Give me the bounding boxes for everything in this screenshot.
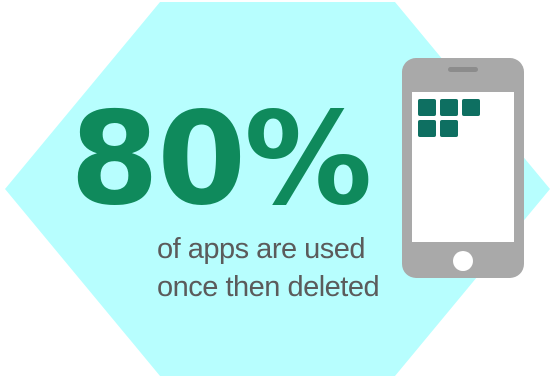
smartphone-icon — [402, 58, 524, 278]
caption-line-2: once then deleted — [157, 271, 380, 303]
app-tile-icon — [462, 99, 480, 116]
caption-line-1: of apps are used — [157, 233, 366, 265]
stat-caption: of apps are used once then deleted — [157, 230, 380, 306]
app-tile-icon — [418, 99, 436, 116]
app-tile-icon — [418, 120, 436, 137]
phone-speaker — [448, 67, 478, 72]
stat-value: 80% — [70, 85, 372, 234]
app-tile-icon — [440, 120, 458, 137]
app-tile-icon — [440, 99, 458, 116]
home-button-icon — [453, 251, 473, 271]
